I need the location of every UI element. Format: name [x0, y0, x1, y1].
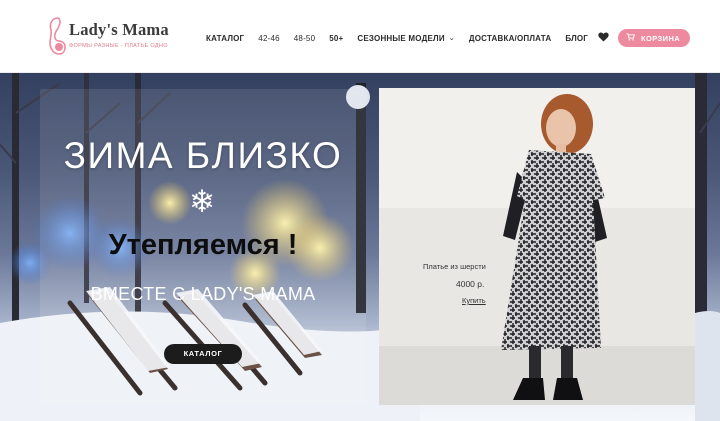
- snowflake-icon: ❄: [189, 184, 215, 219]
- nav-item-42-46[interactable]: 42-46: [258, 34, 279, 43]
- chevron-down-icon: ⌄: [448, 35, 455, 42]
- nav-item-seasonal[interactable]: СЕЗОННЫЕ МОДЕЛИ ⌄: [357, 34, 454, 43]
- nav-item-delivery[interactable]: ДОСТАВКА/ОПЛАТА: [469, 34, 551, 43]
- heart-icon[interactable]: [598, 29, 609, 47]
- cart-button[interactable]: КОРЗИНА: [618, 29, 691, 47]
- product-card: Платье из шерсти 4000 р. Купить: [379, 88, 695, 405]
- nav-item-blog[interactable]: БЛОГ: [565, 34, 588, 43]
- product-photo[interactable]: [379, 88, 695, 405]
- product-price: 4000 р.: [456, 279, 485, 289]
- main-nav: КАТАЛОГ 42-46 48-50 50+ СЕЗОННЫЕ МОДЕЛИ …: [206, 28, 691, 48]
- hero-headline: Утепляемся !: [108, 229, 298, 261]
- logo[interactable]: Lady's Mama ФОРМЫ РАЗНЫЕ - ПЛАТЬЕ ОДНО: [47, 16, 169, 56]
- hero-subtitle: ВМЕСТЕ С LADY'S MAMA: [90, 284, 316, 304]
- nav-item-catalog[interactable]: КАТАЛОГ: [206, 34, 244, 43]
- logo-mark-icon: [49, 17, 66, 55]
- cart-icon: [626, 33, 636, 43]
- cart-label: КОРЗИНА: [641, 33, 681, 43]
- site-header: Lady's Mama ФОРМЫ РАЗНЫЕ - ПЛАТЬЕ ОДНО К…: [0, 0, 720, 73]
- nav-item-48-50[interactable]: 48-50: [294, 34, 315, 43]
- buy-link[interactable]: Купить: [462, 296, 486, 305]
- hero-title: ЗИМА БЛИЗКО: [63, 135, 343, 176]
- brand-tagline: ФОРМЫ РАЗНЫЕ - ПЛАТЬЕ ОДНО: [69, 43, 168, 49]
- nav-item-seasonal-label: СЕЗОННЫЕ МОДЕЛИ: [357, 33, 445, 43]
- catalog-button[interactable]: КАТАЛОГ: [164, 344, 242, 364]
- brand-name: Lady's Mama: [69, 20, 169, 39]
- hero-banner: ЗИМА БЛИЗКО ❄ Утепляемся ! ВМЕСТЕ С LADY…: [0, 73, 720, 421]
- nav-item-50-plus[interactable]: 50+: [329, 34, 343, 43]
- product-name: Платье из шерсти: [423, 262, 486, 271]
